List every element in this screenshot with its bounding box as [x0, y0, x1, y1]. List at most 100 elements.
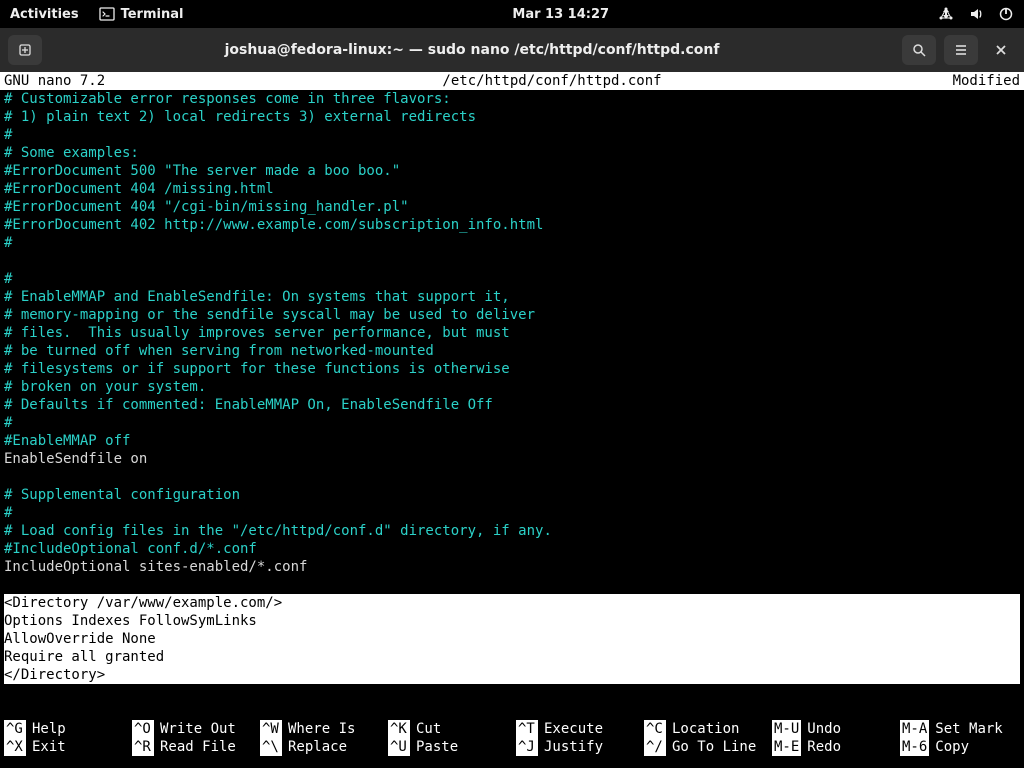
app-indicator[interactable]: Terminal	[99, 6, 184, 22]
editor-selected-line: Options Indexes FollowSymLinks	[4, 612, 1020, 630]
help-label: Set Mark	[935, 720, 1002, 738]
help-key: ^\	[260, 738, 282, 756]
help-label: Paste	[416, 738, 458, 756]
editor-line: # filesystems or if support for these fu…	[4, 360, 1020, 378]
help-item: ^J Justify	[516, 738, 636, 756]
help-key: ^K	[388, 720, 410, 738]
editor-line: # broken on your system.	[4, 378, 1020, 396]
help-item: ^CLocation	[644, 720, 764, 738]
help-item: M-6 Copy	[900, 738, 1020, 756]
help-label: Where Is	[288, 720, 355, 738]
help-item: ^\ Replace	[260, 738, 380, 756]
editor-selected-line: AllowOverride None	[4, 630, 1020, 648]
help-label: Go To Line	[672, 738, 756, 756]
new-tab-button[interactable]	[8, 35, 42, 65]
editor-line: IncludeOptional sites-enabled/*.conf	[4, 558, 1020, 576]
help-key: ^J	[516, 738, 538, 756]
help-label: Replace	[288, 738, 347, 756]
help-item: ^RRead File	[132, 738, 252, 756]
editor-selected-line: </Directory>	[4, 666, 1020, 684]
help-item: M-UUndo	[772, 720, 892, 738]
editor-line: EnableSendfile on	[4, 450, 1020, 468]
help-key: M-A	[900, 720, 929, 738]
help-label: Redo	[807, 738, 841, 756]
menu-button[interactable]	[944, 35, 978, 65]
help-item: ^X Exit	[4, 738, 124, 756]
editor-line: #IncludeOptional conf.d/*.conf	[4, 540, 1020, 558]
terminal-icon	[99, 6, 115, 22]
help-column: ^GHelp^X Exit	[4, 720, 124, 756]
nano-help-bar: ^GHelp^X Exit ^OWrite Out^RRead File ^W Wher…	[0, 720, 1024, 756]
hamburger-icon	[953, 42, 969, 58]
help-key: ^C	[644, 720, 666, 738]
editor-line: #ErrorDocument 404 /missing.html	[4, 180, 1020, 198]
help-column: ^KCut^UPaste	[388, 720, 508, 756]
nano-editor-content[interactable]: # Customizable error responses come in t…	[0, 90, 1024, 684]
search-button[interactable]	[902, 35, 936, 65]
editor-selected-line: Require all granted	[4, 648, 1020, 666]
help-item: M-E Redo	[772, 738, 892, 756]
help-column: ^W Where Is ^\ Replace	[260, 720, 380, 756]
close-button[interactable]	[986, 35, 1016, 65]
editor-line: # Load config files in the "/etc/httpd/c…	[4, 522, 1020, 540]
help-column: ^TExecute^J Justify	[516, 720, 636, 756]
editor-line: # files. This usually improves server pe…	[4, 324, 1020, 342]
new-tab-icon	[17, 42, 33, 58]
help-item: ^/ Go To Line	[644, 738, 764, 756]
help-key: M-E	[772, 738, 801, 756]
nano-filename: /etc/httpd/conf/httpd.conf	[204, 72, 900, 90]
editor-line: #	[4, 126, 1020, 144]
help-item: M-A Set Mark	[900, 720, 1020, 738]
editor-selected-line: <Directory /var/www/example.com/>	[4, 594, 1020, 612]
nano-version: GNU nano 7.2	[4, 72, 204, 90]
network-icon[interactable]	[938, 6, 954, 22]
editor-line: #EnableMMAP off	[4, 432, 1020, 450]
help-key: ^X	[4, 738, 26, 756]
nano-header: GNU nano 7.2 /etc/httpd/conf/httpd.conf …	[0, 72, 1024, 90]
search-icon	[911, 42, 927, 58]
clock[interactable]: Mar 13 14:27	[183, 7, 938, 22]
editor-line: #	[4, 270, 1020, 288]
activities-button[interactable]: Activities	[10, 7, 79, 22]
close-icon	[994, 43, 1008, 57]
editor-line: #ErrorDocument 402 http://www.example.co…	[4, 216, 1020, 234]
help-column: M-A Set Mark M-6 Copy	[900, 720, 1020, 756]
volume-icon[interactable]	[968, 6, 984, 22]
help-key: ^R	[132, 738, 154, 756]
help-key: ^U	[388, 738, 410, 756]
editor-line: #	[4, 234, 1020, 252]
help-item: ^OWrite Out	[132, 720, 252, 738]
help-key: ^T	[516, 720, 538, 738]
help-item: ^W Where Is	[260, 720, 380, 738]
editor-line: #	[4, 414, 1020, 432]
window-title: joshua@fedora-linux:~ — sudo nano /etc/h…	[50, 42, 894, 58]
help-label: Undo	[807, 720, 841, 738]
editor-line: # 1) plain text 2) local redirects 3) ex…	[4, 108, 1020, 126]
editor-line: #ErrorDocument 500 "The server made a bo…	[4, 162, 1020, 180]
terminal-viewport[interactable]: GNU nano 7.2 /etc/httpd/conf/httpd.conf …	[0, 72, 1024, 768]
editor-line	[4, 576, 1020, 594]
help-column: ^CLocation^/ Go To Line	[644, 720, 764, 756]
window-titlebar: joshua@fedora-linux:~ — sudo nano /etc/h…	[0, 28, 1024, 72]
app-name-label: Terminal	[121, 7, 184, 22]
help-item: ^TExecute	[516, 720, 636, 738]
blank-line	[0, 702, 1024, 720]
editor-line: # be turned off when serving from networ…	[4, 342, 1020, 360]
editor-line: # Customizable error responses come in t…	[4, 90, 1020, 108]
help-label: Exit	[32, 738, 66, 756]
help-item: ^U Paste	[388, 738, 508, 756]
power-icon[interactable]	[998, 6, 1014, 22]
help-key: M-6	[900, 738, 929, 756]
editor-line: #ErrorDocument 404 "/cgi-bin/missing_han…	[4, 198, 1020, 216]
help-item: ^GHelp	[4, 720, 124, 738]
editor-line: #	[4, 504, 1020, 522]
editor-line	[4, 252, 1020, 270]
help-key: ^G	[4, 720, 26, 738]
help-column: ^OWrite Out^RRead File	[132, 720, 252, 756]
help-key: ^W	[260, 720, 282, 738]
help-key: ^/	[644, 738, 666, 756]
help-label: Write Out	[160, 720, 236, 738]
help-label: Copy	[935, 738, 969, 756]
editor-line	[4, 468, 1020, 486]
help-label: Justify	[544, 738, 603, 756]
